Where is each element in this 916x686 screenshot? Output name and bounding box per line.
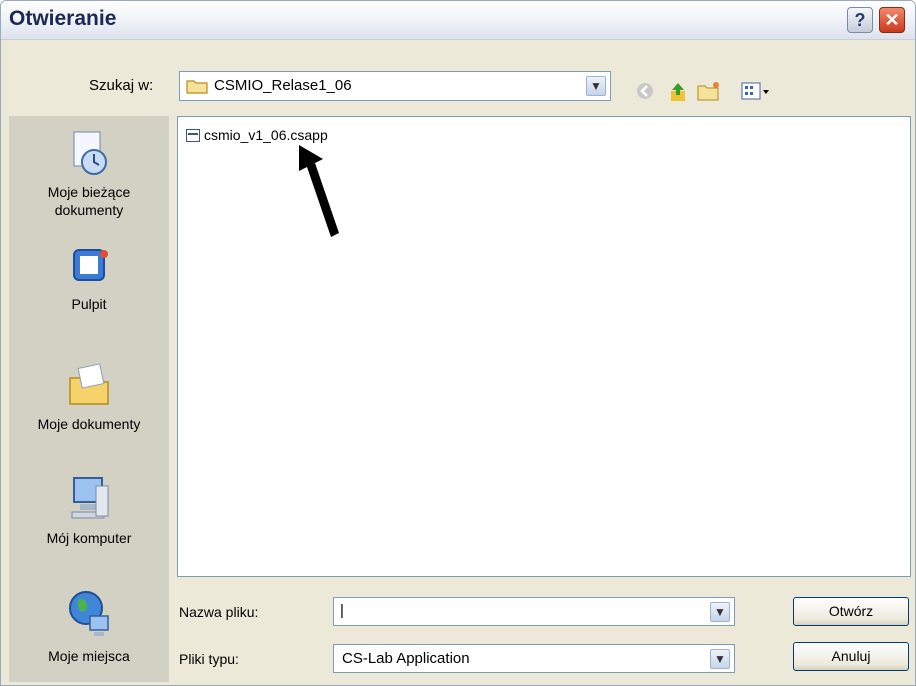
close-button[interactable]: ✕	[879, 7, 905, 33]
pointer-arrow-icon	[299, 145, 339, 237]
filetype-dropdown[interactable]: CS-Lab Application ▼	[333, 644, 735, 673]
filename-label: Nazwa pliku:	[179, 604, 259, 620]
back-icon[interactable]	[635, 81, 655, 106]
look-in-dropdown[interactable]: CSMIO_Relase1_06 ▼	[179, 71, 611, 101]
place-recent[interactable]: Moje bieżące dokumenty	[9, 128, 169, 219]
up-folder-icon[interactable]	[667, 81, 689, 108]
desktop-icon	[73, 249, 108, 281]
place-label: dokumenty	[54, 202, 124, 218]
chevron-down-icon[interactable]: ▼	[710, 649, 730, 669]
title-bar: Otwieranie ? ✕	[1, 1, 915, 40]
filetype-value: CS-Lab Application	[342, 650, 470, 667]
place-network[interactable]: Moje miejsca	[9, 586, 169, 665]
view-menu-icon[interactable]	[741, 81, 771, 106]
filename-value: |	[340, 602, 344, 619]
window-title: Otwieranie	[9, 7, 117, 30]
new-folder-icon[interactable]	[697, 81, 721, 106]
place-desktop[interactable]: Pulpit	[9, 244, 169, 313]
network-places-icon	[69, 591, 109, 636]
place-label: Moje bieżące	[47, 184, 131, 200]
place-label: Mój komputer	[46, 530, 132, 546]
chevron-down-icon[interactable]: ▼	[710, 602, 730, 622]
place-my-computer[interactable]: Mój komputer	[9, 472, 169, 547]
filetype-label: Pliki typu:	[179, 651, 239, 667]
filename-input[interactable]: | ▼	[333, 597, 735, 626]
cancel-button[interactable]: Anuluj	[793, 642, 909, 671]
csapp-file-icon	[186, 129, 200, 142]
open-button[interactable]: Otwórz	[793, 597, 909, 626]
look-in-label: Szukaj w:	[89, 77, 154, 94]
look-in-value: CSMIO_Relase1_06	[214, 77, 352, 94]
my-documents-icon	[69, 363, 109, 405]
chevron-down-icon[interactable]: ▼	[586, 76, 606, 96]
folder-icon	[186, 80, 208, 94]
open-dialog: Otwieranie ? ✕ Szukaj w: CSMIO_Relase1_0…	[0, 0, 916, 686]
recent-documents-icon	[73, 131, 107, 175]
my-computer-icon	[71, 477, 109, 519]
file-list[interactable]: csmio_v1_06.csapp	[177, 116, 911, 577]
place-label: Moje miejsca	[48, 648, 130, 664]
help-button[interactable]: ?	[847, 7, 873, 33]
places-bar: Moje bieżące dokumenty Pulpit Moje dokum…	[9, 116, 169, 682]
place-label: Pulpit	[71, 296, 107, 312]
place-my-documents[interactable]: Moje dokumenty	[9, 358, 169, 433]
place-label: Moje dokumenty	[37, 416, 141, 432]
